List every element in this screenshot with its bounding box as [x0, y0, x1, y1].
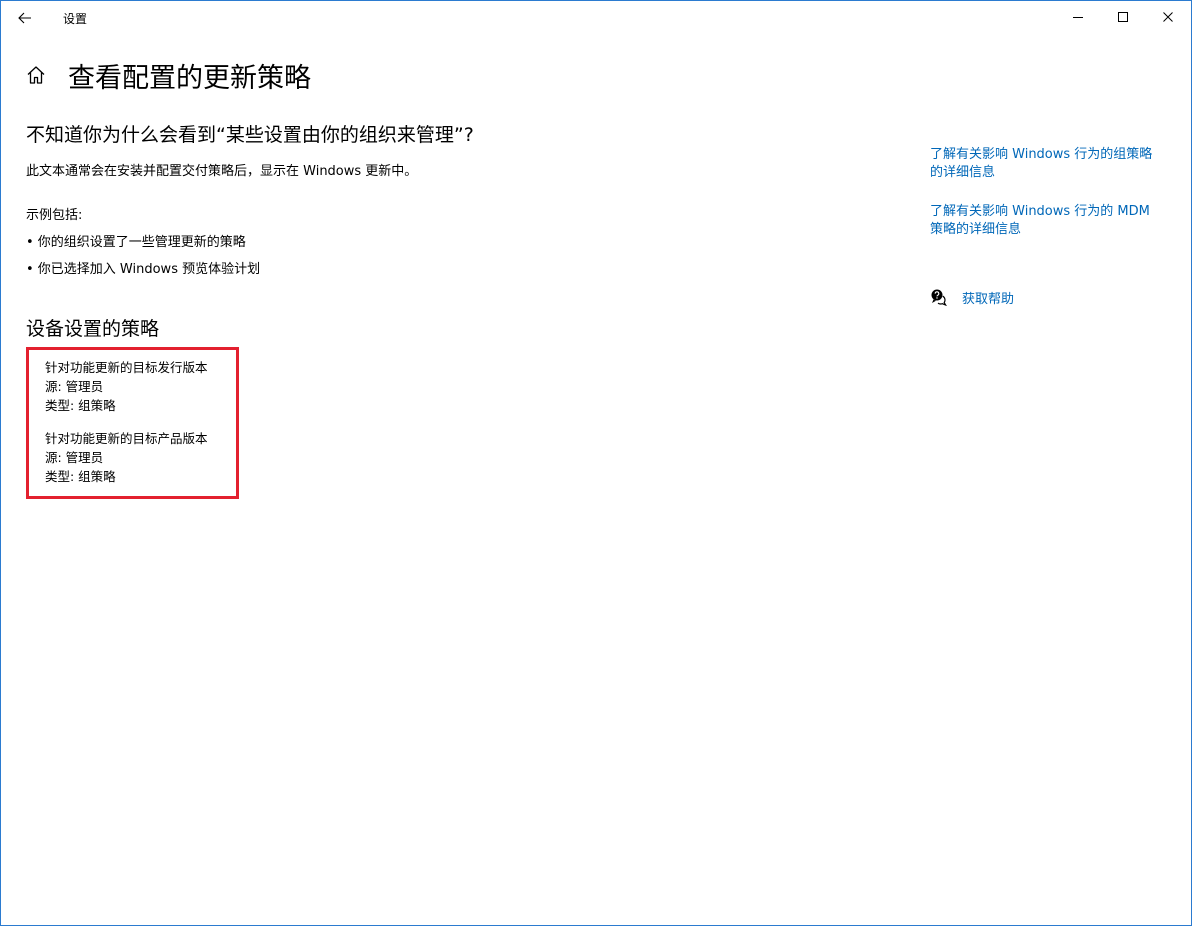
- settings-window: 设置 查看配置的更新策略 不知道你为什么会看到“某些设置由你的组织来管理”? 此…: [0, 0, 1192, 926]
- examples-label: 示例包括:: [26, 208, 83, 223]
- minimize-icon: [1073, 17, 1083, 18]
- link-line: 的详细信息: [930, 165, 996, 180]
- home-button[interactable]: [25, 64, 47, 86]
- policy-list-highlight: 针对功能更新的目标发行版本 源: 管理员 类型: 组策略 针对功能更新的目标产品…: [26, 347, 239, 499]
- policy-name: 针对功能更新的目标产品版本: [45, 431, 208, 446]
- link-line: 了解有关影响 Windows 行为的组策略: [930, 147, 1153, 162]
- home-icon: [27, 66, 45, 84]
- info-description: 此文本通常会在安装并配置交付策略后，显示在 Windows 更新中。: [26, 164, 418, 179]
- get-help-row[interactable]: 获取帮助: [930, 287, 1014, 307]
- maximize-button[interactable]: [1100, 1, 1146, 33]
- policy-source: 源: 管理员: [45, 379, 104, 394]
- policy-type: 类型: 组策略: [45, 398, 116, 413]
- link-line: 策略的详细信息: [930, 222, 1022, 237]
- page-title: 查看配置的更新策略: [68, 63, 311, 94]
- title-bar: 设置: [1, 1, 1191, 35]
- link-line: 了解有关影响 Windows 行为的 MDM: [930, 204, 1150, 219]
- policy-source: 源: 管理员: [45, 450, 104, 465]
- chat-help-icon: [931, 289, 947, 306]
- policies-heading: 设备设置的策略: [26, 318, 160, 340]
- mdm-policy-link[interactable]: 了解有关影响 Windows 行为的 MDM 策略的详细信息: [930, 203, 1175, 239]
- policy-type: 类型: 组策略: [45, 469, 116, 484]
- minimize-button[interactable]: [1055, 1, 1101, 33]
- get-help-link[interactable]: 获取帮助: [962, 288, 1014, 307]
- info-heading: 不知道你为什么会看到“某些设置由你的组织来管理”?: [26, 124, 474, 146]
- example-item: • 你的组织设置了一些管理更新的策略: [26, 235, 246, 250]
- close-button[interactable]: [1145, 1, 1191, 33]
- group-policy-link[interactable]: 了解有关影响 Windows 行为的组策略 的详细信息: [930, 146, 1175, 182]
- policy-item: 针对功能更新的目标产品版本 源: 管理员 类型: 组策略: [45, 429, 208, 486]
- maximize-icon: [1118, 12, 1128, 22]
- app-title: 设置: [63, 12, 88, 26]
- example-item: • 你已选择加入 Windows 预览体验计划: [26, 262, 261, 277]
- policy-name: 针对功能更新的目标发行版本: [45, 360, 208, 375]
- back-button[interactable]: [9, 5, 41, 31]
- close-icon: [1163, 12, 1173, 22]
- policy-item: 针对功能更新的目标发行版本 源: 管理员 类型: 组策略: [45, 358, 208, 415]
- back-arrow-icon: [18, 12, 31, 24]
